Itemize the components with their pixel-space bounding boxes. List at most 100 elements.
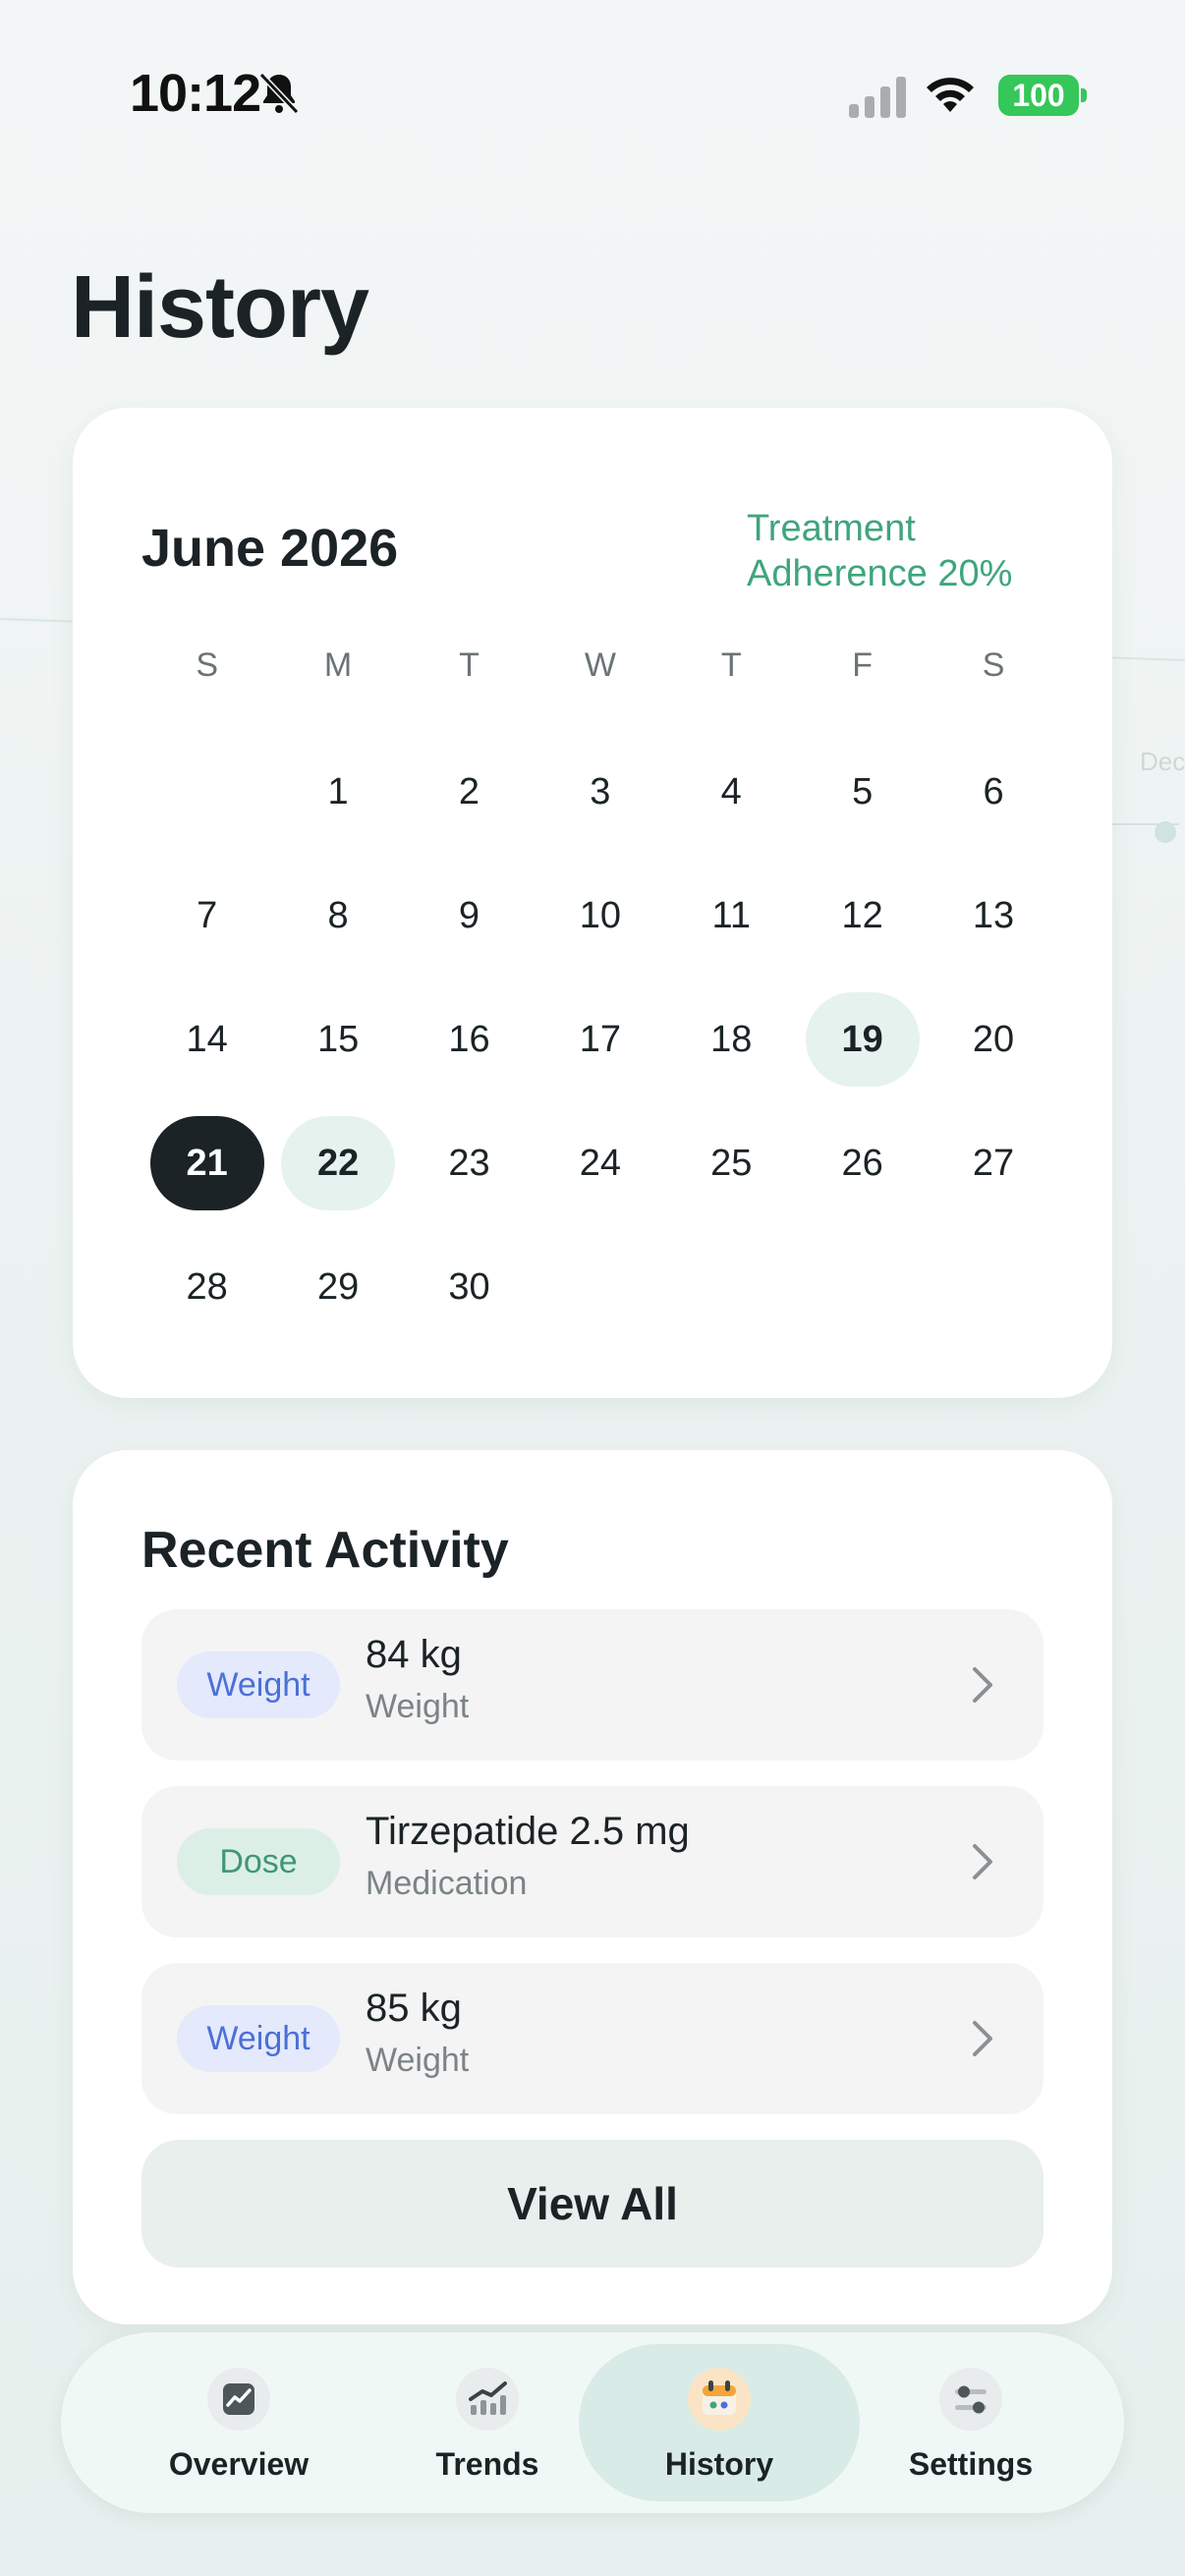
calendar-day-number: 8: [327, 895, 349, 936]
calendar-day[interactable]: 25: [666, 1101, 797, 1225]
calendar-day[interactable]: 7: [141, 854, 272, 978]
calendar-card: June 2026 Treatment Adherence 20% S M T …: [73, 408, 1112, 1398]
page-title: History: [71, 258, 369, 357]
calendar-day-number: 30: [448, 1266, 490, 1308]
weekday-label: W: [584, 646, 616, 684]
calendar-day-number: 9: [458, 895, 480, 936]
activity-row[interactable]: Weight 85 kg Weight: [141, 1963, 1044, 2114]
activity-category: Weight: [366, 2042, 470, 2079]
calendar-day[interactable]: 4: [666, 730, 797, 854]
calendar-day[interactable]: 21: [141, 1101, 272, 1225]
activity-value: 84 kg: [366, 1633, 462, 1676]
calendar-weeks: 1 2 3 4 5 6 7 8 9 10 11 12 13 14 15 16 17 18 19 20 21 22 23 24 2…: [141, 730, 1059, 1349]
calendar-day[interactable]: 9: [404, 854, 535, 978]
activity-category: Weight: [366, 1688, 470, 1725]
history-calendar-icon: [688, 2368, 751, 2431]
calendar-day: [928, 1225, 1058, 1349]
calendar-day-number: 10: [579, 895, 621, 936]
calendar-day[interactable]: 20: [928, 978, 1058, 1101]
battery-indicator: 100: [998, 75, 1087, 116]
calendar-day-number: 20: [972, 1019, 1015, 1060]
calendar-day[interactable]: 18: [666, 978, 797, 1101]
calendar-day[interactable]: 5: [797, 730, 928, 854]
settings-sliders-icon: [939, 2368, 1002, 2431]
calendar-day[interactable]: 14: [141, 978, 272, 1101]
activity-row[interactable]: Weight 84 kg Weight: [141, 1609, 1044, 1761]
calendar-month-label: June 2026: [141, 519, 399, 578]
calendar-day-number: 24: [579, 1143, 621, 1184]
calendar-day[interactable]: 1: [272, 730, 403, 854]
calendar-day[interactable]: 30: [404, 1225, 535, 1349]
calendar-day-number: 19: [805, 992, 920, 1087]
calendar-day[interactable]: 24: [535, 1101, 665, 1225]
calendar-day[interactable]: 8: [272, 854, 403, 978]
calendar-day[interactable]: 16: [404, 978, 535, 1101]
calendar-day[interactable]: 15: [272, 978, 403, 1101]
calendar-day-number: 16: [448, 1019, 490, 1060]
tab-label: Trends: [435, 2446, 539, 2482]
calendar-grid: S M T W T F S 1 2 3 4 5 6 7 8 9 10 11 12 13 14 15 16 17 1…: [141, 636, 1059, 1349]
activity-category: Medication: [366, 1865, 528, 1902]
status-time: 10:12: [130, 64, 261, 123]
activity-row[interactable]: Dose Tirzepatide 2.5 mg Medication: [141, 1786, 1044, 1937]
calendar-day-number: 7: [197, 895, 218, 936]
weekday-label: T: [720, 646, 742, 684]
calendar-day[interactable]: 17: [535, 978, 665, 1101]
calendar-day[interactable]: 10: [535, 854, 665, 978]
bell-slash-icon: [258, 72, 300, 115]
calendar-day[interactable]: 2: [404, 730, 535, 854]
tab-settings[interactable]: Settings: [858, 2332, 1084, 2513]
calendar-day[interactable]: 12: [797, 854, 928, 978]
tab-trends[interactable]: Trends: [374, 2332, 600, 2513]
status-bar: 10:12 100: [0, 0, 1185, 196]
tab-label: Overview: [168, 2446, 310, 2482]
calendar-day[interactable]: 22: [272, 1101, 403, 1225]
recent-activity-title: Recent Activity: [141, 1522, 509, 1579]
calendar-day[interactable]: 29: [272, 1225, 403, 1349]
tab-label: Settings: [908, 2446, 1034, 2482]
tab-label: History: [664, 2446, 774, 2482]
bottom-tab-bar: Overview Trends History Settings: [61, 2332, 1124, 2513]
calendar-day-number: 15: [316, 1019, 360, 1060]
calendar-day-number: 13: [972, 895, 1015, 936]
calendar-day-number: 14: [186, 1019, 228, 1060]
calendar-day-number: 11: [711, 895, 751, 936]
weekday-label: S: [982, 646, 1005, 684]
calendar-day[interactable]: 11: [666, 854, 797, 978]
calendar-day-number: 26: [841, 1143, 883, 1184]
calendar-day-number: 28: [186, 1266, 228, 1308]
calendar-day[interactable]: 3: [535, 730, 665, 854]
activity-tag: Weight: [177, 2005, 340, 2072]
weekday-label: T: [459, 646, 480, 684]
calendar-day[interactable]: 6: [928, 730, 1058, 854]
calendar-day-number: 27: [972, 1143, 1015, 1184]
calendar-day-number: 23: [448, 1143, 490, 1184]
calendar-day-number: 1: [327, 771, 349, 812]
calendar-day[interactable]: 26: [797, 1101, 928, 1225]
view-all-button[interactable]: View All: [141, 2140, 1044, 2268]
calendar-day[interactable]: 28: [141, 1225, 272, 1349]
calendar-day: [141, 730, 272, 854]
calendar-day-number: 29: [316, 1266, 360, 1308]
calendar-week-row: 21 22 23 24 25 26 27: [141, 1101, 1059, 1225]
activity-tag: Dose: [177, 1828, 340, 1895]
weekday-header: S M T W T F S: [141, 636, 1059, 695]
calendar-day[interactable]: 13: [928, 854, 1058, 978]
tab-overview[interactable]: Overview: [126, 2332, 352, 2513]
calendar-day: [666, 1225, 797, 1349]
calendar-day[interactable]: 23: [404, 1101, 535, 1225]
overview-chart-icon: [207, 2368, 270, 2431]
calendar-day[interactable]: 19: [797, 978, 928, 1101]
calendar-day[interactable]: 27: [928, 1101, 1058, 1225]
weekday-label: F: [852, 646, 874, 684]
calendar-day: [797, 1225, 928, 1349]
calendar-day-number: 4: [720, 771, 742, 812]
background-label: Dec: [1140, 747, 1185, 776]
calendar-day-number: 12: [841, 895, 883, 936]
trends-chart-icon: [456, 2368, 519, 2431]
chevron-right-icon: [973, 2021, 992, 2056]
calendar-week-row: 28 29 30: [141, 1225, 1059, 1349]
activity-value: 85 kg: [366, 1987, 462, 2030]
activity-value: Tirzepatide 2.5 mg: [366, 1810, 690, 1853]
tab-history[interactable]: History: [606, 2332, 832, 2513]
